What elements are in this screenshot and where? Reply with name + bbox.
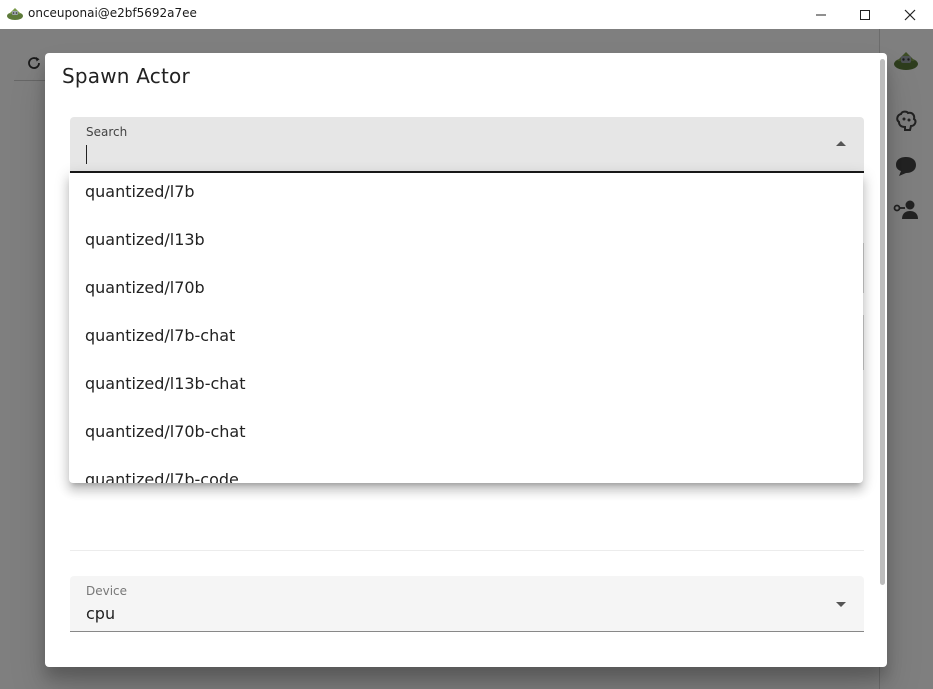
maximize-icon [860,9,870,20]
device-value: cpu [86,604,116,623]
close-window-button[interactable] [887,0,933,29]
list-item[interactable]: quantized/l13b [85,221,205,269]
hidden-field-edge [863,243,864,293]
window-titlebar: onceuponai@e2bf5692a7ee [0,0,933,29]
minimize-button[interactable] [798,0,844,29]
window-title: onceuponai@e2bf5692a7ee [28,6,197,20]
search-field[interactable]: Search [70,117,864,173]
list-item[interactable]: quantized/l70b-chat [85,413,246,461]
device-label: Device [86,584,128,598]
hidden-field-edge [863,315,864,370]
section-divider [70,550,864,551]
text-cursor [86,145,87,164]
list-item[interactable]: quantized/l7b-chat [85,317,235,365]
dialog-scrollbar[interactable] [880,59,885,585]
list-item[interactable]: quantized/l7b-code [85,461,239,483]
minimize-icon [816,14,826,15]
dialog-title: Spawn Actor [62,64,190,88]
search-label: Search [86,125,128,139]
robot-island-icon [7,8,23,20]
maximize-button[interactable] [842,0,888,29]
list-item[interactable]: quantized/l7b [85,173,195,221]
chevron-down-icon[interactable] [836,602,846,607]
close-icon [904,9,916,20]
search-options-list: quantized/l7b quantized/l13b quantized/l… [69,173,863,483]
device-select[interactable]: Device cpu [70,576,864,632]
chevron-up-icon[interactable] [836,141,846,146]
list-item[interactable]: quantized/l13b-chat [85,365,246,413]
list-item[interactable]: quantized/l70b [85,269,205,317]
